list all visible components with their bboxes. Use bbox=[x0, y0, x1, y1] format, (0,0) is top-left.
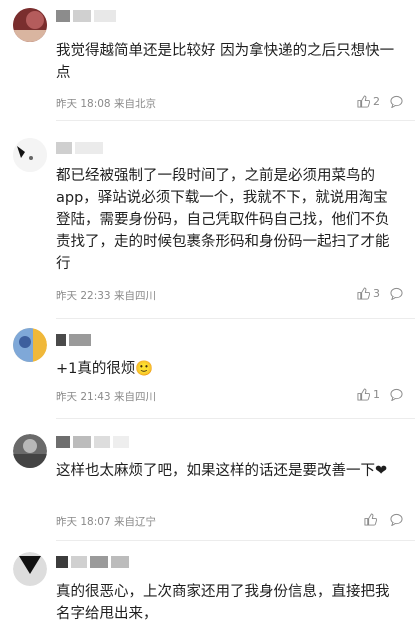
comment-item: 真的很恶心，上次商家还用了我身份信息，直接把我名字给甩出来， bbox=[0, 546, 415, 635]
thumbs-up-icon bbox=[364, 513, 377, 526]
divider bbox=[56, 120, 415, 121]
username-blurred[interactable] bbox=[56, 142, 103, 154]
avatar[interactable] bbox=[13, 552, 47, 586]
comment-text: 这样也太麻烦了吧，如果这样的话还是要改善一下❤ bbox=[56, 463, 388, 479]
like-count: 3 bbox=[373, 287, 380, 300]
comment-text: +1真的很烦🙂 bbox=[56, 361, 154, 377]
comment-item: +1真的很烦🙂 昨天 21:43 来自四川 1 bbox=[0, 322, 415, 412]
comment-time: 昨天 22:33 bbox=[56, 290, 111, 302]
username-blurred[interactable] bbox=[56, 556, 129, 568]
comment-meta: 昨天 18:07 来自辽宁 bbox=[56, 514, 156, 529]
comment-text: 我觉得越简单还是比较好 因为拿快递的之后只想快一点 bbox=[56, 43, 395, 81]
comment-time: 昨天 18:07 bbox=[56, 516, 111, 528]
comment-actions bbox=[364, 513, 403, 526]
comment-text: 真的很恶心，上次商家还用了我身份信息，直接把我名字给甩出来， bbox=[56, 584, 390, 622]
comment-location: 来自北京 bbox=[113, 98, 156, 110]
thumbs-up-icon bbox=[357, 95, 370, 108]
like-button[interactable]: 1 bbox=[357, 388, 380, 401]
comment-bubble-icon[interactable] bbox=[390, 513, 403, 526]
divider bbox=[56, 418, 415, 419]
username-blurred[interactable] bbox=[56, 436, 129, 448]
like-button[interactable]: 2 bbox=[357, 95, 380, 108]
like-count: 1 bbox=[373, 388, 380, 401]
comment-bubble-icon[interactable] bbox=[390, 95, 403, 108]
comment-item: 都已经被强制了一段时间了，之前是必须用菜鸟的app，驿站说必须下载一个，我就不下… bbox=[0, 128, 415, 308]
username-blurred[interactable] bbox=[56, 10, 116, 22]
username-blurred[interactable] bbox=[56, 334, 91, 346]
avatar[interactable] bbox=[13, 8, 47, 42]
comment-bubble-icon[interactable] bbox=[390, 388, 403, 401]
comment-actions: 3 bbox=[357, 287, 403, 300]
comment-meta: 昨天 18:08 来自北京 bbox=[56, 96, 156, 111]
comment-item: 这样也太麻烦了吧，如果这样的话还是要改善一下❤ 昨天 18:07 来自辽宁 bbox=[0, 424, 415, 539]
avatar[interactable] bbox=[13, 434, 47, 468]
avatar[interactable] bbox=[13, 328, 47, 362]
comment-meta: 昨天 22:33 来自四川 bbox=[56, 288, 156, 303]
comment-actions: 2 bbox=[357, 95, 403, 108]
like-button[interactable] bbox=[364, 513, 380, 526]
thumbs-up-icon bbox=[357, 287, 370, 300]
comment-actions: 1 bbox=[357, 388, 403, 401]
like-button[interactable]: 3 bbox=[357, 287, 380, 300]
like-count: 2 bbox=[373, 95, 380, 108]
comment-item: 我觉得越简单还是比较好 因为拿快递的之后只想快一点 昨天 18:08 来自北京 … bbox=[0, 0, 415, 118]
divider bbox=[56, 318, 415, 319]
comment-meta: 昨天 21:43 来自四川 bbox=[56, 389, 156, 404]
comment-time: 昨天 21:43 bbox=[56, 391, 111, 403]
divider bbox=[56, 540, 415, 541]
comment-time: 昨天 18:08 bbox=[56, 98, 111, 110]
comment-location: 来自四川 bbox=[113, 391, 156, 403]
comment-bubble-icon[interactable] bbox=[390, 287, 403, 300]
comment-text: 都已经被强制了一段时间了，之前是必须用菜鸟的app，驿站说必须下载一个，我就不下… bbox=[56, 168, 390, 272]
avatar[interactable] bbox=[13, 138, 47, 172]
comment-location: 来自辽宁 bbox=[113, 516, 156, 528]
comment-location: 来自四川 bbox=[113, 290, 156, 302]
thumbs-up-icon bbox=[357, 388, 370, 401]
